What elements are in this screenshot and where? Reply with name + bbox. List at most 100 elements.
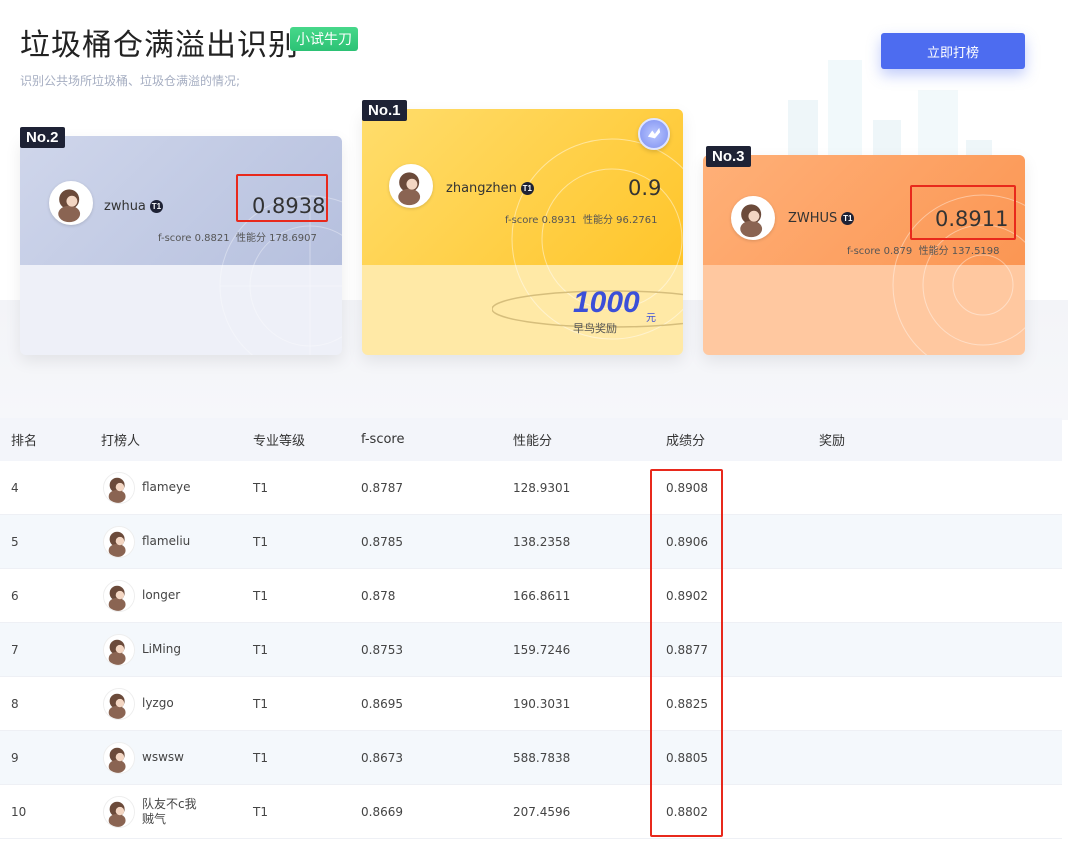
highlight-box [910,185,1016,240]
perf-text: 性能分 96.2761 [582,215,658,226]
avatar [731,196,775,240]
fscore-text: f-score 0.879 [847,246,913,257]
level-cell: T1 [253,480,268,495]
table-row[interactable]: 8 lyzgo T1 0.8695 190.3031 0.8825 [0,677,1062,731]
rank-cell: 10 [11,804,27,819]
table-row[interactable]: 9 wswsw T1 0.8673 588.7838 0.8805 [0,731,1062,785]
column-header: 排名 [11,434,38,449]
page-title: 垃圾桶仓满溢出识别 [20,28,299,63]
perf-cell: 207.4596 [513,804,571,819]
fscore-cell: 0.8753 [361,642,403,657]
fscore-cell: 0.8669 [361,804,403,819]
podium-score: 0.9 [628,176,662,200]
username-cell[interactable]: flameye [142,480,190,495]
score-cell: 0.8908 [666,480,708,495]
username-text: zhangzhen [446,181,517,196]
score-cell: 0.8906 [666,534,708,549]
fscore-cell: 0.8673 [361,750,403,765]
perf-cell: 138.2358 [513,534,571,549]
username-text: ZWHUS [788,211,838,226]
level-cell: T1 [253,534,268,549]
podium-username: zwhua T1 [104,199,163,214]
username-cell[interactable]: 队友不c我 贼气 [142,797,197,827]
podium-metrics: f-score 0.8821 性能分 178.6907 [158,229,317,244]
submit-ranking-button[interactable]: 立即打榜 [881,33,1025,69]
level-cell: T1 [253,588,268,603]
page-subtitle: 识别公共场所垃圾桶、垃圾仓满溢的情况; [20,74,241,88]
username-cell[interactable]: LiMing [142,642,181,657]
perf-cell: 159.7246 [513,642,571,657]
rank-cell: 6 [11,588,19,603]
level-cell: T1 [253,804,268,819]
column-header: 性能分 [513,434,553,449]
column-header: f-score [361,432,405,447]
perf-cell: 128.9301 [513,480,571,495]
column-header: 成绩分 [666,434,706,449]
prize-unit: 元 [646,313,656,324]
perf-text: 性能分 137.5198 [918,246,1000,257]
username-cell[interactable]: longer [142,588,180,603]
podium-username: zhangzhen T1 [446,181,534,196]
leaderboard-table: 排名 打榜人 专业等级 f-score 性能分 成绩分 奖励 4 flameye… [0,418,1062,839]
level-cell: T1 [253,750,268,765]
avatar [103,687,135,720]
fscore-text: f-score 0.8931 [505,215,577,226]
username-cell[interactable]: wswsw [142,750,184,765]
prize-label: 早鸟奖励 [573,322,617,335]
avatar [103,579,135,612]
podium-metrics: f-score 0.8931 性能分 96.2761 [505,211,658,226]
fscore-cell: 0.878 [361,588,396,603]
rank-tag: No.1 [362,100,407,121]
fscore-text: f-score 0.8821 [158,233,230,244]
avatar [49,181,93,225]
username-cell[interactable]: lyzgo [142,696,174,711]
username-cell[interactable]: flameliu [142,534,190,549]
prize-amount: 1000 [573,286,640,319]
table-row[interactable]: 6 longer T1 0.878 166.8611 0.8902 [0,569,1062,623]
highlight-box [236,174,328,222]
podium-metrics: f-score 0.879 性能分 137.5198 [847,242,1000,257]
perf-cell: 190.3031 [513,696,571,711]
level-badge-icon: T1 [149,200,163,213]
table-row[interactable]: 4 flameye T1 0.8787 128.9301 0.8908 [0,461,1062,515]
username-text: zwhua [104,199,146,214]
score-cell: 0.8877 [666,642,708,657]
podium-username: ZWHUS T1 [788,211,855,226]
rank-tag: No.3 [706,146,751,167]
podium-card-rank-2[interactable] [20,136,342,355]
fscore-cell: 0.8785 [361,534,403,549]
table-row[interactable]: 10 队友不c我 贼气 T1 0.8669 207.4596 0.8802 [0,785,1062,839]
level-cell: T1 [253,696,268,711]
level-cell: T1 [253,642,268,657]
table-header: 排名 打榜人 专业等级 f-score 性能分 成绩分 奖励 [0,418,1062,461]
level-badge-icon: T1 [841,212,855,225]
fscore-cell: 0.8787 [361,480,403,495]
column-header: 打榜人 [101,434,141,449]
column-header: 专业等级 [253,434,306,449]
rank-cell: 4 [11,480,19,495]
score-cell: 0.8805 [666,750,708,765]
rank-cell: 8 [11,696,19,711]
rank-cell: 9 [11,750,19,765]
difficulty-badge: 小试牛刀 [290,27,358,51]
avatar [103,471,135,504]
table-row[interactable]: 7 LiMing T1 0.8753 159.7246 0.8877 [0,623,1062,677]
level-badge-icon: T1 [520,182,534,195]
score-cell: 0.8825 [666,696,708,711]
avatar [103,795,135,828]
avatar [389,164,433,208]
perf-cell: 588.7838 [513,750,571,765]
fscore-cell: 0.8695 [361,696,403,711]
rank-cell: 7 [11,642,19,657]
medal-icon [638,118,670,150]
avatar [103,741,135,774]
column-header: 奖励 [819,434,846,449]
table-row[interactable]: 5 flameliu T1 0.8785 138.2358 0.8906 [0,515,1062,569]
rank-tag: No.2 [20,127,65,148]
score-cell: 0.8802 [666,804,708,819]
perf-text: 性能分 178.6907 [235,233,317,244]
rank-cell: 5 [11,534,19,549]
perf-cell: 166.8611 [513,588,571,603]
avatar [103,525,135,558]
score-cell: 0.8902 [666,588,708,603]
